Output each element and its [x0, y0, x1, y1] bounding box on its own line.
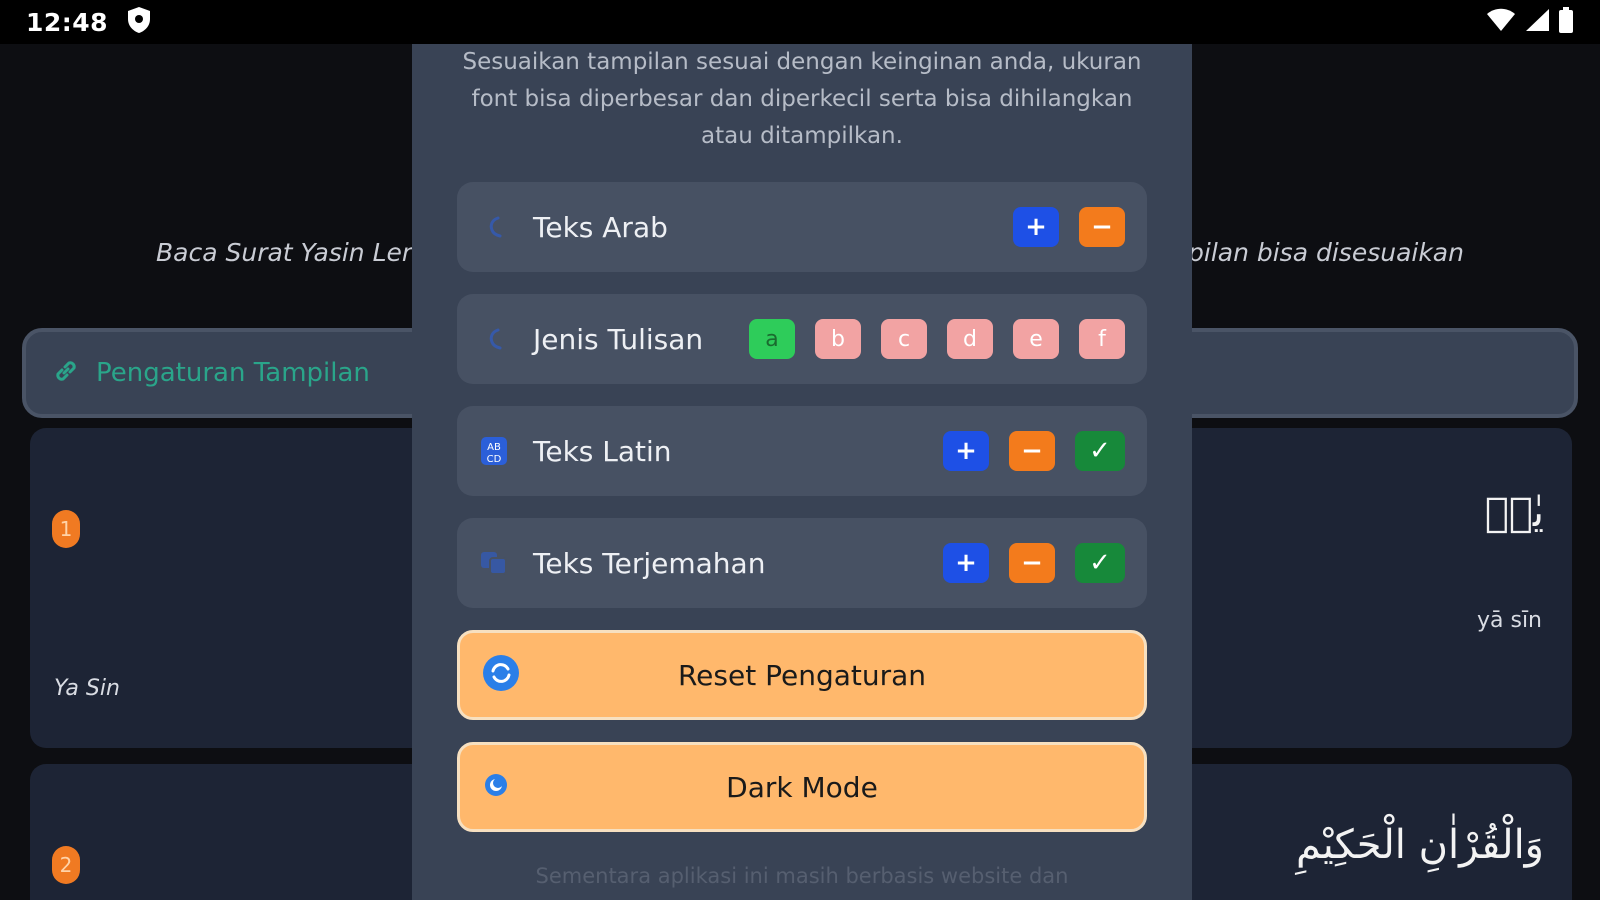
modal-footer-note: Sementara aplikasi ini masih berbasis we…: [535, 864, 1069, 888]
font-option-c[interactable]: c: [881, 319, 927, 359]
verse-arabic-text: وَالْقُرْاٰنِ الْحَكِيْمِ: [1295, 822, 1544, 868]
svg-text:CD: CD: [487, 454, 502, 465]
font-option-d[interactable]: d: [947, 319, 993, 359]
font-type-icon: [479, 324, 509, 354]
status-left: 12:48: [26, 6, 152, 38]
page-subtitle-right: pilan bisa disesuaikan: [1188, 238, 1464, 267]
verse-arabic-text: يٰسۤ: [1484, 490, 1544, 536]
font-option-a[interactable]: a: [749, 319, 795, 359]
setting-row-translation-text: Teks Terjemahan + − ✓: [457, 518, 1147, 608]
translate-icon: [479, 548, 509, 578]
translation-text-label: Teks Terjemahan: [533, 546, 766, 580]
verse-number-badge: 2: [52, 846, 80, 884]
font-option-e[interactable]: e: [1013, 319, 1059, 359]
setting-row-arabic-text: Teks Arab + −: [457, 182, 1147, 272]
reset-settings-button[interactable]: Reset Pengaturan: [457, 630, 1147, 720]
reset-settings-label: Reset Pengaturan: [677, 658, 927, 692]
font-option-b[interactable]: b: [815, 319, 861, 359]
page-subtitle-left: Baca Surat Yasin Leng: [156, 238, 434, 267]
verse-latin-title: Ya Sin: [54, 676, 120, 701]
translation-size-decrease-button[interactable]: −: [1009, 543, 1055, 583]
latin-size-decrease-button[interactable]: −: [1009, 431, 1055, 471]
link-icon: [52, 357, 80, 389]
wifi-icon: [1486, 8, 1516, 36]
shield-icon: [126, 6, 152, 38]
arabic-text-label: Teks Arab: [533, 210, 668, 244]
battery-icon: [1558, 7, 1574, 37]
status-bar: 12:48: [0, 0, 1600, 44]
latin-size-increase-button[interactable]: +: [943, 431, 989, 471]
dark-mode-button[interactable]: Dark Mode: [457, 742, 1147, 832]
status-time: 12:48: [26, 7, 109, 37]
signal-icon: [1524, 8, 1550, 36]
display-settings-label: Pengaturan Tampilan: [96, 358, 370, 388]
status-right: [1486, 7, 1574, 37]
translation-size-increase-button[interactable]: +: [943, 543, 989, 583]
arabic-size-increase-button[interactable]: +: [1013, 207, 1059, 247]
reset-icon: [482, 654, 520, 696]
dark-mode-icon: [482, 771, 510, 803]
verse-number-badge: 1: [52, 510, 80, 548]
arabic-text-controls: + −: [1013, 182, 1125, 272]
latin-text-label: Teks Latin: [533, 434, 672, 468]
arabic-text-icon: [479, 212, 509, 242]
display-settings-modal: Sesuaikan tampilan sesuai dengan keingin…: [412, 44, 1192, 900]
setting-row-latin-text: AB CD Teks Latin + − ✓: [457, 406, 1147, 496]
latin-visibility-toggle[interactable]: ✓: [1075, 431, 1125, 471]
latin-text-icon: AB CD: [479, 436, 509, 466]
font-type-label: Jenis Tulisan: [533, 322, 704, 356]
font-type-options: a b c d e f: [749, 294, 1125, 384]
dark-mode-label: Dark Mode: [726, 770, 878, 804]
modal-description: Sesuaikan tampilan sesuai dengan keingin…: [462, 49, 1142, 149]
translation-text-controls: + − ✓: [943, 518, 1125, 608]
latin-text-controls: + − ✓: [943, 406, 1125, 496]
setting-row-font-type: Jenis Tulisan a b c d e f: [457, 294, 1147, 384]
font-option-f[interactable]: f: [1079, 319, 1125, 359]
verse-transliteration: yā sīn: [1476, 608, 1542, 633]
svg-text:AB: AB: [487, 442, 501, 453]
translation-visibility-toggle[interactable]: ✓: [1075, 543, 1125, 583]
arabic-size-decrease-button[interactable]: −: [1079, 207, 1125, 247]
